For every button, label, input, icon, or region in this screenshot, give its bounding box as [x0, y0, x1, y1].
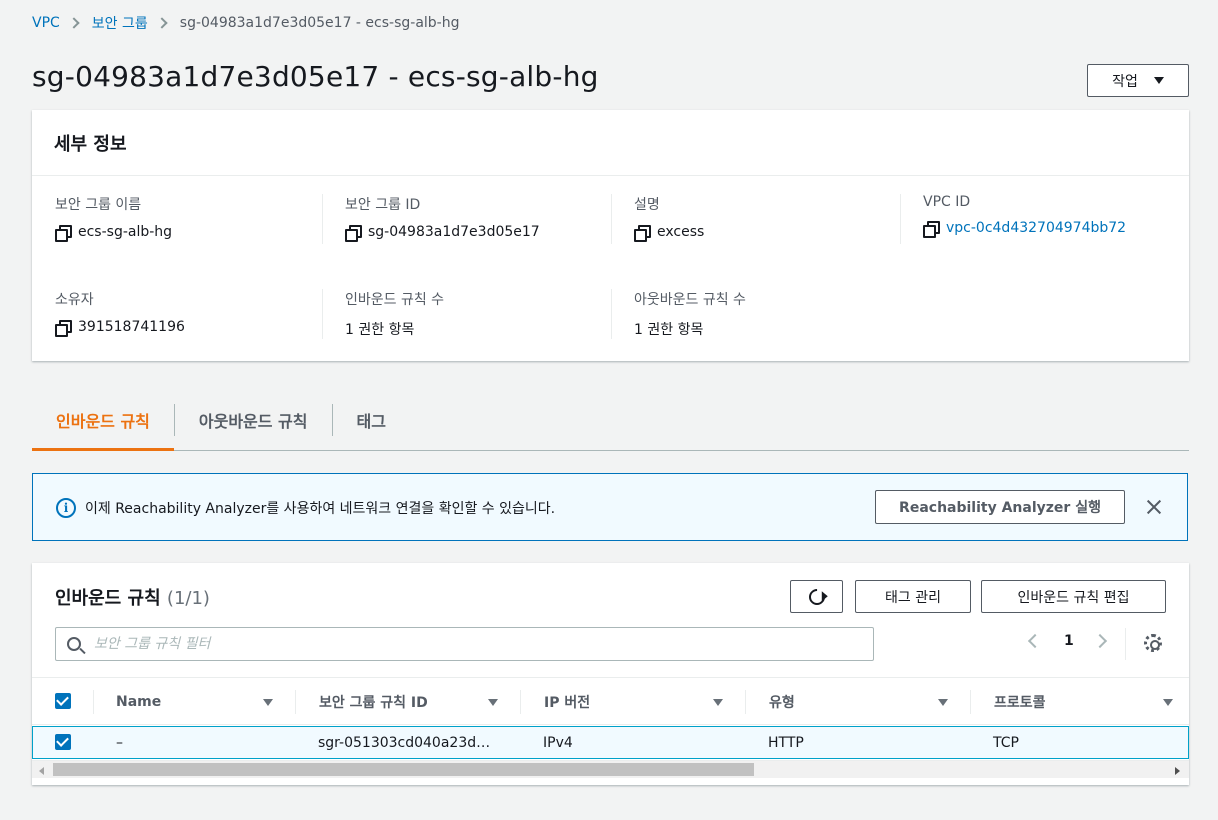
- row-checkbox[interactable]: [55, 734, 71, 750]
- select-all-checkbox[interactable]: [55, 693, 71, 709]
- chevron-right-icon: [68, 17, 80, 29]
- field-owner: 소유자 391518741196: [55, 289, 315, 337]
- rules-title-text: 인바운드 규칙: [55, 588, 161, 609]
- inbound-rules-panel: 인바운드 규칙 (1/1) 태그 관리 인바운드 규칙 편집 1 Name 보안…: [32, 563, 1189, 785]
- edit-inbound-rules-button[interactable]: 인바운드 규칙 편집: [981, 580, 1166, 613]
- copy-icon[interactable]: [923, 220, 940, 238]
- field-description: 설명 excess: [611, 194, 871, 244]
- field-label: 아웃바운드 규칙 수: [634, 292, 746, 308]
- cell-ip-version: IPv4: [543, 734, 573, 751]
- actions-label: 작업: [1112, 73, 1138, 90]
- cell-name: –: [116, 734, 123, 751]
- field-outbound-count: 아웃바운드 규칙 수 1 권한 항목: [611, 289, 871, 339]
- page-title: sg-04983a1d7e3d05e17 - ecs-sg-alb-hg: [32, 60, 599, 93]
- details-title: 세부 정보: [32, 110, 1189, 176]
- sort-caret-icon[interactable]: [938, 699, 948, 706]
- breadcrumb: VPC 보안 그룹 sg-04983a1d7e3d05e17 - ecs-sg-…: [32, 13, 460, 33]
- column-header-rule-id[interactable]: 보안 그룹 규칙 ID: [319, 678, 428, 726]
- horizontal-scrollbar[interactable]: [32, 760, 1189, 778]
- chevron-left-icon[interactable]: [1027, 633, 1043, 649]
- field-value: 1 권한 항목: [634, 322, 704, 338]
- field-value-text: ecs-sg-alb-hg: [78, 224, 173, 240]
- info-banner: i 이제 Reachability Analyzer를 사용하여 네트워크 연결…: [32, 473, 1188, 541]
- field-label: 보안 그룹 ID: [345, 197, 421, 213]
- column-divider: [970, 690, 971, 714]
- copy-icon[interactable]: [345, 224, 362, 242]
- field-vpc-id: VPC ID vpc-0c4d432704974bb72: [900, 194, 1160, 244]
- tab-outbound-rules[interactable]: 아웃바운드 규칙: [175, 390, 332, 450]
- pager-divider: [1125, 628, 1126, 660]
- breadcrumb-security-groups-link[interactable]: 보안 그룹: [92, 13, 148, 33]
- copy-icon[interactable]: [634, 224, 651, 242]
- field-value: 391518741196: [55, 319, 315, 337]
- field-value: ecs-sg-alb-hg: [55, 224, 315, 242]
- page-number[interactable]: 1: [1064, 633, 1074, 649]
- filter-box: [55, 627, 874, 661]
- manage-tags-button[interactable]: 태그 관리: [855, 580, 971, 613]
- breadcrumb-vpc-link[interactable]: VPC: [32, 15, 60, 31]
- column-divider: [520, 690, 521, 714]
- banner-text: 이제 Reachability Analyzer를 사용하여 네트워크 연결을 …: [85, 501, 556, 517]
- copy-icon[interactable]: [55, 319, 72, 337]
- scroll-left-icon[interactable]: [39, 767, 44, 775]
- actions-button[interactable]: 작업: [1087, 64, 1189, 97]
- field-label: 소유자: [55, 292, 94, 308]
- field-label: 보안 그룹 이름: [55, 197, 142, 213]
- refresh-button[interactable]: [790, 580, 843, 613]
- field-value: vpc-0c4d432704974bb72: [923, 220, 1160, 238]
- tab-inbound-rules[interactable]: 인바운드 규칙: [32, 390, 174, 451]
- table-row[interactable]: – sgr-051303cd040a23d… IPv4 HTTP TCP: [32, 726, 1189, 759]
- close-icon[interactable]: [1143, 496, 1165, 518]
- field-sg-name: 보안 그룹 이름 ecs-sg-alb-hg: [55, 194, 315, 242]
- copy-icon[interactable]: [55, 224, 72, 242]
- filter-input[interactable]: [94, 634, 854, 654]
- gear-icon[interactable]: [1144, 634, 1162, 652]
- field-label: 인바운드 규칙 수: [345, 292, 445, 308]
- column-divider: [93, 690, 94, 714]
- run-reachability-analyzer-button[interactable]: Reachability Analyzer 실행: [875, 490, 1125, 524]
- tab-tags[interactable]: 태그: [333, 390, 410, 450]
- search-icon: [67, 637, 81, 651]
- field-value-text: excess: [657, 224, 705, 240]
- tab-bar: 인바운드 규칙 아웃바운드 규칙 태그: [32, 390, 1189, 451]
- field-label: VPC ID: [923, 194, 971, 210]
- rules-title: 인바운드 규칙 (1/1): [55, 584, 210, 610]
- field-sg-id: 보안 그룹 ID sg-04983a1d7e3d05e17: [322, 194, 582, 244]
- cell-rule-id: sgr-051303cd040a23d…: [318, 734, 491, 751]
- scroll-thumb[interactable]: [53, 763, 754, 776]
- cell-protocol: TCP: [993, 734, 1019, 751]
- rules-count: (1/1): [166, 588, 210, 609]
- field-value: 1 권한 항목: [345, 322, 415, 338]
- info-icon: i: [56, 498, 76, 518]
- sort-caret-icon[interactable]: [263, 699, 273, 706]
- refresh-icon: [805, 585, 828, 608]
- column-header-type[interactable]: 유형: [769, 678, 795, 726]
- field-label: 설명: [634, 197, 660, 213]
- cell-type: HTTP: [768, 734, 804, 751]
- sort-caret-icon[interactable]: [488, 699, 498, 706]
- field-value: sg-04983a1d7e3d05e17: [345, 224, 582, 242]
- field-value-text: 391518741196: [78, 319, 185, 335]
- details-panel: 세부 정보 보안 그룹 이름 ecs-sg-alb-hg 보안 그룹 ID sg…: [32, 110, 1189, 361]
- vpc-id-link[interactable]: vpc-0c4d432704974bb72: [946, 220, 1126, 236]
- breadcrumb-current: sg-04983a1d7e3d05e17 - ecs-sg-alb-hg: [179, 15, 460, 31]
- field-value: excess: [634, 224, 871, 242]
- column-header-name[interactable]: Name: [116, 678, 161, 726]
- field-value-text: sg-04983a1d7e3d05e17: [368, 224, 540, 240]
- column-divider: [295, 690, 296, 714]
- scroll-right-icon[interactable]: [1175, 767, 1180, 775]
- column-divider: [745, 690, 746, 714]
- field-inbound-count: 인바운드 규칙 수 1 권한 항목: [322, 289, 582, 339]
- sort-caret-icon[interactable]: [713, 699, 723, 706]
- sort-caret-icon[interactable]: [1163, 699, 1173, 706]
- column-header-protocol[interactable]: 프로토콜: [994, 678, 1046, 726]
- table-header: Name 보안 그룹 규칙 ID IP 버전 유형 프로토콜: [32, 677, 1189, 725]
- caret-down-icon: [1153, 77, 1164, 84]
- chevron-right-icon: [156, 17, 168, 29]
- chevron-right-icon[interactable]: [1092, 633, 1108, 649]
- column-header-ip-version[interactable]: IP 버전: [544, 678, 590, 726]
